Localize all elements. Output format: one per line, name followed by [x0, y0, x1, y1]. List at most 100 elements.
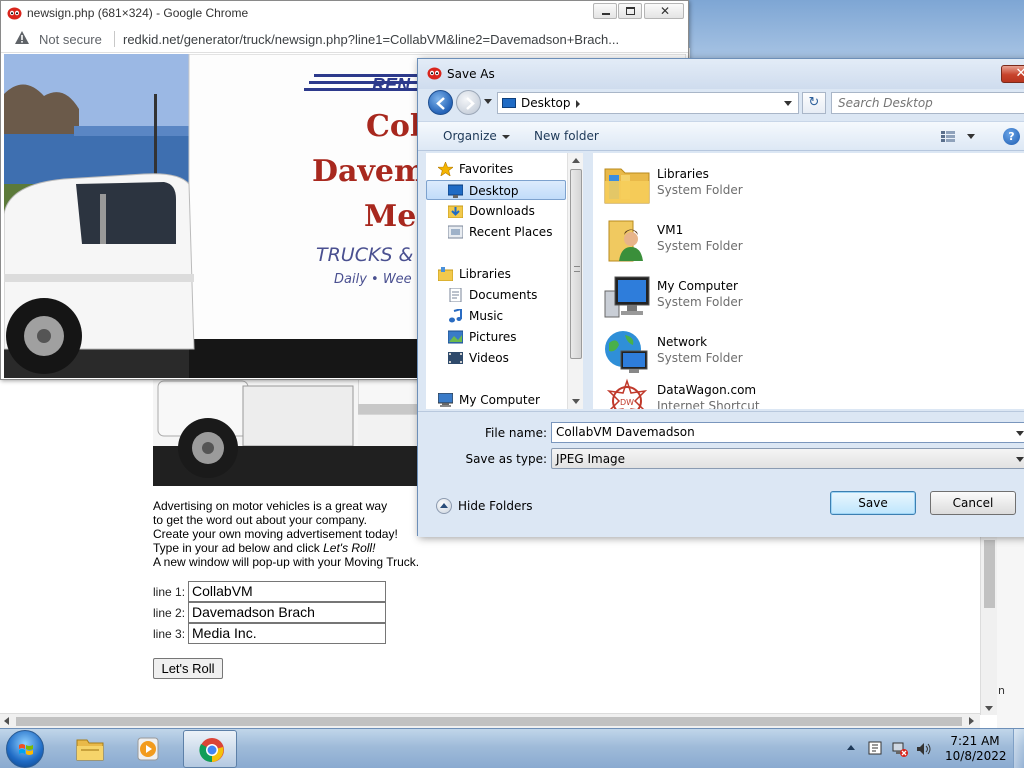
- help-button[interactable]: ?: [1003, 128, 1020, 145]
- list-item-libraries[interactable]: Libraries System Folder: [603, 159, 1003, 209]
- file-type-libraries: System Folder: [657, 183, 743, 197]
- save-as-type-value: JPEG Image: [556, 452, 626, 466]
- file-name-datawagon: DataWagon.com: [657, 383, 757, 397]
- breadcrumb-desktop[interactable]: Desktop: [521, 96, 571, 110]
- nav-item-recent-places[interactable]: Recent Places: [426, 222, 566, 242]
- search-input[interactable]: [838, 96, 1008, 110]
- navigation-scroll-thumb[interactable]: [570, 169, 582, 359]
- clock-time: 7:21 AM: [950, 734, 1000, 748]
- list-item-datawagon[interactable]: DW DataWagon.com Internet Shortcut: [603, 375, 1003, 409]
- lets-roll-button[interactable]: Let's Roll: [153, 658, 223, 679]
- music-icon: [449, 309, 462, 323]
- nav-label-libraries: Libraries: [459, 267, 511, 281]
- line2-input[interactable]: Davemadson Brach: [188, 602, 386, 623]
- refresh-icon: ↻: [808, 95, 820, 110]
- address-dropdown-icon[interactable]: [784, 101, 792, 106]
- scroll-grip-icon: [574, 266, 580, 272]
- nav-item-my-computer[interactable]: My Computer: [426, 390, 566, 409]
- file-name-dropdown-icon[interactable]: [1016, 431, 1024, 436]
- new-folder-button[interactable]: New folder: [534, 129, 599, 143]
- scroll-right-arrow-icon[interactable]: [969, 717, 974, 725]
- list-item-vm1[interactable]: VM1 System Folder: [603, 215, 1003, 265]
- file-name-my-computer: My Computer: [657, 279, 738, 293]
- svg-text:DW: DW: [620, 398, 634, 407]
- view-options-chevron-icon[interactable]: [967, 134, 975, 139]
- nav-item-favorites[interactable]: Favorites: [426, 159, 566, 179]
- user-folder-icon: [608, 220, 643, 262]
- system-clock[interactable]: 7:21 AM 10/8/2022: [945, 734, 1007, 764]
- nav-item-libraries[interactable]: Libraries: [426, 264, 566, 284]
- minimize-button[interactable]: [593, 3, 617, 19]
- search-box[interactable]: [831, 92, 1024, 114]
- volume-icon[interactable]: [916, 741, 932, 757]
- vertical-scroll-thumb[interactable]: [984, 540, 995, 608]
- organize-button[interactable]: Organize: [443, 129, 510, 143]
- scroll-left-arrow-icon[interactable]: [4, 717, 9, 725]
- page-vertical-scrollbar[interactable]: [980, 535, 997, 715]
- file-type-datawagon: Internet Shortcut: [657, 399, 760, 409]
- scroll-down-arrow-icon[interactable]: [572, 399, 580, 404]
- taskbar-app-media-player[interactable]: [122, 730, 176, 768]
- forward-button[interactable]: [456, 90, 481, 115]
- line2-row: line 2: Davemadson Brach: [153, 602, 386, 623]
- recent-locations-dropdown-icon[interactable]: [484, 99, 492, 104]
- nav-item-videos[interactable]: Videos: [426, 348, 566, 368]
- list-item-my-computer[interactable]: My Computer System Folder: [603, 271, 1003, 321]
- dialog-save-form: File name: Save as type: JPEG Image Hide…: [418, 411, 1024, 537]
- hide-folders-arrow-icon: [436, 498, 452, 514]
- close-button[interactable]: ✕: [644, 3, 684, 19]
- file-name-vm1: VM1: [657, 223, 684, 237]
- save-as-type-dropdown-icon[interactable]: [1016, 457, 1024, 462]
- save-button[interactable]: Save: [830, 491, 916, 515]
- sign-tagline-2-text: Daily • Wee: [334, 272, 412, 287]
- nav-item-desktop[interactable]: Desktop: [426, 180, 566, 200]
- not-secure-label[interactable]: Not secure: [39, 32, 102, 47]
- dialog-close-button[interactable]: ✕: [1001, 65, 1024, 83]
- breadcrumb-chevron-icon[interactable]: [576, 100, 580, 108]
- nav-item-music[interactable]: Music: [426, 306, 566, 326]
- show-desktop-button[interactable]: [1013, 729, 1024, 768]
- refresh-button[interactable]: ↻: [802, 92, 826, 114]
- back-button[interactable]: [428, 90, 453, 115]
- dialog-title-bar[interactable]: Save As ✕: [418, 59, 1024, 89]
- line3-row: line 3: Media Inc.: [153, 623, 386, 644]
- scroll-down-arrow-icon[interactable]: [985, 706, 993, 711]
- close-icon: ✕: [1015, 66, 1024, 81]
- change-view-icon[interactable]: [941, 131, 955, 142]
- internet-shortcut-icon: DW: [606, 378, 648, 409]
- taskbar-app-explorer[interactable]: [62, 730, 116, 768]
- save-as-dialog: Save As ✕ Desktop ↻ Organize New folder: [417, 58, 1024, 537]
- start-button[interactable]: [6, 730, 44, 768]
- file-name-input[interactable]: [556, 425, 996, 439]
- nav-item-downloads[interactable]: Downloads: [426, 201, 566, 221]
- file-name-network: Network: [657, 335, 708, 349]
- chrome-icon: [199, 738, 224, 763]
- intro-line-3: Create your own moving advertisement tod…: [153, 527, 398, 541]
- nav-label-my-computer: My Computer: [459, 393, 540, 407]
- list-item-network[interactable]: Network System Folder: [603, 327, 1003, 377]
- minimize-icon: [602, 13, 610, 15]
- horizontal-scroll-thumb[interactable]: [16, 717, 962, 726]
- line1-input[interactable]: CollabVM: [188, 581, 386, 602]
- file-type-my-computer: System Folder: [657, 295, 743, 309]
- scroll-up-arrow-icon[interactable]: [572, 158, 580, 163]
- back-arrow-icon: [436, 97, 445, 110]
- page-horizontal-scrollbar[interactable]: [0, 713, 980, 728]
- maximize-button[interactable]: [618, 3, 642, 19]
- nav-item-pictures[interactable]: Pictures: [426, 327, 566, 347]
- nav-label-pictures: Pictures: [469, 330, 517, 344]
- action-center-icon[interactable]: [867, 741, 883, 757]
- popup-url[interactable]: redkid.net/generator/truck/newsign.php?l…: [123, 32, 619, 47]
- save-as-type-select[interactable]: JPEG Image: [551, 448, 1024, 469]
- file-name-combobox[interactable]: [551, 422, 1024, 443]
- show-hidden-icons-icon[interactable]: [847, 745, 855, 750]
- nav-item-documents[interactable]: Documents: [426, 285, 566, 305]
- network-status-icon[interactable]: [892, 741, 908, 757]
- line3-input[interactable]: Media Inc.: [188, 623, 386, 644]
- address-breadcrumb[interactable]: Desktop: [497, 92, 799, 114]
- redkid-app-icon: [427, 67, 442, 80]
- popup-title-bar[interactable]: newsign.php (681×324) - Google Chrome ✕: [1, 1, 688, 25]
- taskbar-app-chrome[interactable]: [183, 730, 237, 768]
- cancel-button[interactable]: Cancel: [930, 491, 1016, 515]
- navigation-pane-scrollbar[interactable]: [567, 153, 583, 409]
